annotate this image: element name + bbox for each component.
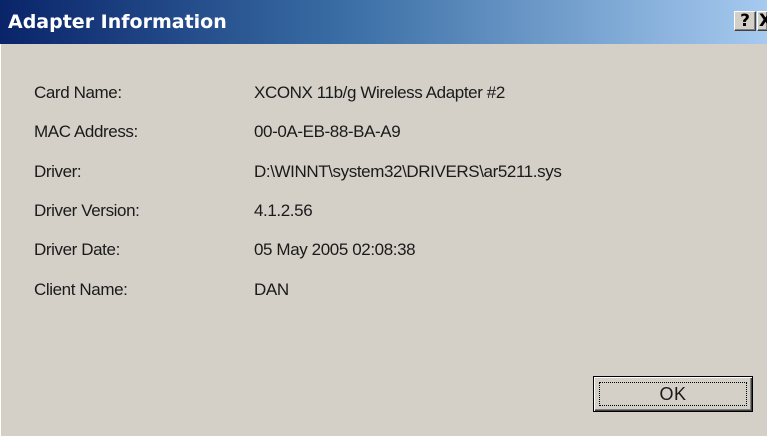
driver-label: Driver: <box>34 162 82 181</box>
card-name-value: XCONX 11b/g Wireless Adapter #2 <box>254 83 505 102</box>
window-title: Adapter Information <box>8 11 227 33</box>
driver-version-label: Driver Version: <box>34 201 140 220</box>
help-button[interactable]: ? <box>734 11 756 31</box>
ok-button-label: OK <box>659 384 687 404</box>
driver-date-label: Driver Date: <box>34 240 120 259</box>
close-button[interactable]: X <box>757 11 767 31</box>
card-name-label: Card Name: <box>34 83 122 102</box>
help-icon: ? <box>740 11 750 31</box>
client-name-label: Client Name: <box>34 280 128 299</box>
driver-date-value: 05 May 2005 02:08:38 <box>254 240 416 259</box>
close-icon: X <box>759 12 767 30</box>
driver-version-value: 4.1.2.56 <box>254 201 313 220</box>
client-name-value: DAN <box>254 280 289 299</box>
mac-address-label: MAC Address: <box>34 122 138 141</box>
ok-button[interactable]: OK <box>593 376 753 412</box>
driver-value: D:\WINNT\system32\DRIVERS\ar5211.sys <box>254 162 562 181</box>
adapter-information-dialog: Adapter Information ? X Card Name: XCONX… <box>0 0 767 436</box>
window-border <box>0 44 1 436</box>
title-bar[interactable]: Adapter Information ? X <box>0 0 767 45</box>
mac-address-value: 00-0A-EB-88-BA-A9 <box>254 122 401 141</box>
